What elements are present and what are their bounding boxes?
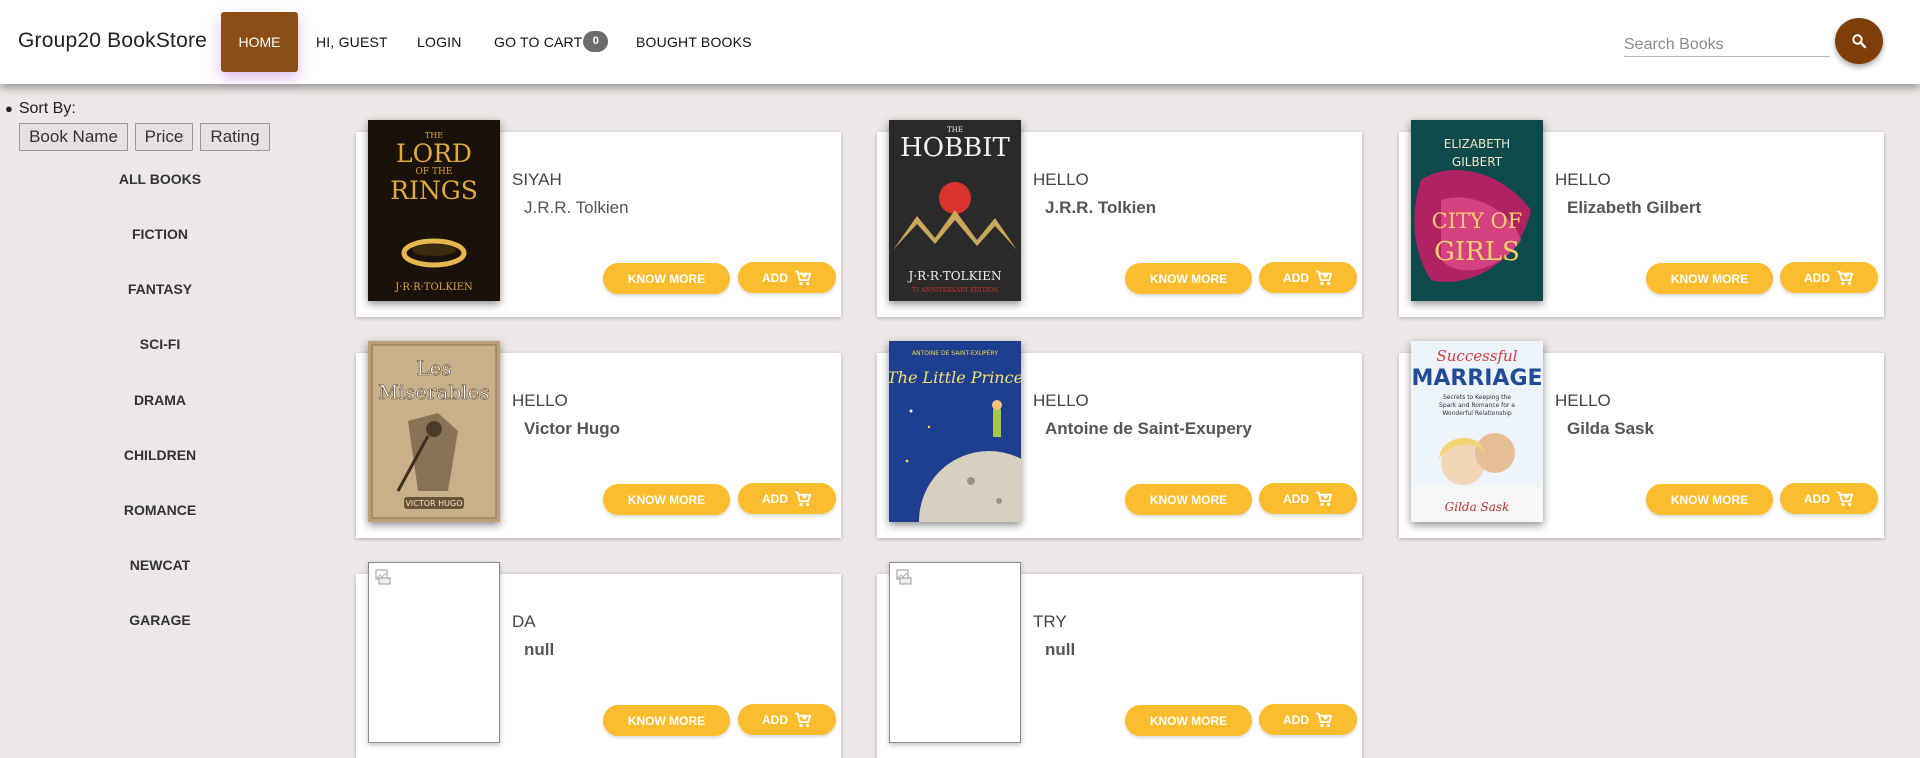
know-more-button[interactable]: KNOW MORE <box>603 263 730 294</box>
add-to-cart-button[interactable]: ADD <box>738 483 836 514</box>
book-title: TRY <box>1033 612 1067 631</box>
book-author: null <box>524 640 555 659</box>
book-author: null <box>1045 640 1076 659</box>
category-drama[interactable]: DRAMA <box>60 392 260 408</box>
know-more-button[interactable]: KNOW MORE <box>603 705 730 736</box>
book-cover-image[interactable]: ELIZABETH GILBERT CITY OF GIRLS <box>1411 120 1543 301</box>
svg-text:Miserables: Miserables <box>378 380 490 404</box>
add-to-cart-button[interactable]: ADD <box>1259 262 1357 293</box>
search-button[interactable] <box>1835 18 1883 64</box>
book-cover-image[interactable]: ANTOINE DE SAINT-EXUPÉRY The Little Prin… <box>889 341 1021 522</box>
book-author: J.R.R. Tolkien <box>524 198 629 217</box>
book-cover-image[interactable]: THE LORD OF THE RINGS J·R·R·TOLKIEN <box>368 120 500 301</box>
add-cart-icon <box>1315 712 1333 728</box>
nav-greeting[interactable]: HI, GUEST <box>316 34 388 50</box>
add-to-cart-button[interactable]: ADD <box>738 704 836 735</box>
svg-text:Secrets to Keeping the: Secrets to Keeping the <box>1443 394 1511 401</box>
book-author: Victor Hugo <box>524 419 621 438</box>
category-romance[interactable]: ROMANCE <box>60 502 260 518</box>
know-more-button[interactable]: KNOW MORE <box>1125 484 1252 515</box>
cover-author-text: J·R·R·TOLKIEN <box>394 282 473 293</box>
book-author: J.R.R. Tolkien <box>1045 198 1157 217</box>
nav-home-button[interactable]: HOME <box>221 12 298 72</box>
svg-text:Spark and Romance for a: Spark and Romance for a <box>1439 402 1515 409</box>
category-children[interactable]: CHILDREN <box>60 447 260 463</box>
book-title: HELLO <box>512 391 568 410</box>
add-cart-icon <box>794 712 812 728</box>
cart-count-badge: 0 <box>583 31 609 53</box>
category-fiction[interactable]: FICTION <box>60 226 260 242</box>
add-to-cart-button[interactable]: ADD <box>1259 704 1357 735</box>
svg-text:HOBBIT: HOBBIT <box>900 133 1010 163</box>
category-fantasy[interactable]: FANTASY <box>60 281 260 297</box>
brand-title[interactable]: Group20 BookStore <box>18 29 207 53</box>
nav-login[interactable]: LOGIN <box>417 34 462 50</box>
sort-rating-button[interactable]: Rating <box>200 123 270 151</box>
svg-text:Les: Les <box>416 356 451 380</box>
know-more-button[interactable]: KNOW MORE <box>1125 263 1252 294</box>
know-more-button[interactable]: KNOW MORE <box>1646 484 1773 515</box>
svg-text:ANTOINE DE SAINT-EXUPÉRY: ANTOINE DE SAINT-EXUPÉRY <box>912 349 998 357</box>
sort-book-name-button[interactable]: Book Name <box>19 123 128 151</box>
book-author: Antoine de Saint-Exupery <box>1045 419 1252 438</box>
book-cover-image[interactable] <box>889 562 1021 743</box>
category-newcat[interactable]: NEWCAT <box>60 557 260 573</box>
book-cover-image[interactable]: THE HOBBIT J·R·R·TOLKIEN 75 ANNIVERSARY … <box>889 120 1021 301</box>
category-garage[interactable]: GARAGE <box>60 612 260 628</box>
book-title: HELLO <box>1033 391 1089 410</box>
svg-text:LORD: LORD <box>396 139 472 168</box>
book-author: Gilda Sask <box>1567 419 1654 438</box>
search-input[interactable] <box>1624 33 1830 57</box>
know-more-button[interactable]: KNOW MORE <box>603 484 730 515</box>
add-to-cart-button[interactable]: ADD <box>1780 483 1878 514</box>
book-title: SIYAH <box>512 170 562 189</box>
add-cart-icon <box>1836 491 1854 507</box>
svg-text:VICTOR HUGO: VICTOR HUGO <box>405 499 462 508</box>
svg-text:GILBERT: GILBERT <box>1452 155 1503 169</box>
book-title: DA <box>512 612 536 631</box>
book-title: HELLO <box>1033 170 1089 189</box>
bullet-icon: ● <box>5 101 13 116</box>
add-to-cart-button[interactable]: ADD <box>738 262 836 293</box>
nav-cart[interactable]: GO TO CART 0 <box>494 31 609 53</box>
book-title: HELLO <box>1555 391 1611 410</box>
nav-cart-label: GO TO CART <box>494 34 583 50</box>
add-cart-icon <box>1836 270 1854 286</box>
svg-text:Wonderful Relationship: Wonderful Relationship <box>1442 410 1512 417</box>
add-to-cart-button[interactable]: ADD <box>1780 262 1878 293</box>
know-more-button[interactable]: KNOW MORE <box>1646 263 1773 294</box>
top-navbar: Group20 BookStore HOME HI, GUEST LOGIN G… <box>0 0 1920 84</box>
search-icon <box>1852 34 1867 49</box>
broken-image-icon <box>375 569 391 585</box>
add-cart-icon <box>794 270 812 286</box>
svg-text:ELIZABETH: ELIZABETH <box>1444 137 1510 151</box>
broken-image-icon <box>896 569 912 585</box>
category-sci-fi[interactable]: SCI-FI <box>60 336 260 352</box>
svg-text:The Little Prince: The Little Prince <box>889 368 1021 387</box>
svg-text:MARRIAGE: MARRIAGE <box>1411 366 1542 391</box>
book-cover-image[interactable] <box>368 562 500 743</box>
add-cart-icon <box>794 491 812 507</box>
sort-price-button[interactable]: Price <box>135 123 193 151</box>
add-to-cart-button[interactable]: ADD <box>1259 483 1357 514</box>
add-cart-icon <box>1315 270 1333 286</box>
svg-text:GIRLS: GIRLS <box>1434 237 1520 267</box>
book-cover-image[interactable]: Successful MARRIAGE Secrets to Keeping t… <box>1411 341 1543 522</box>
sort-by-label: ● Sort By: <box>5 100 76 117</box>
svg-text:RINGS: RINGS <box>390 176 478 205</box>
book-title: HELLO <box>1555 170 1611 189</box>
know-more-button[interactable]: KNOW MORE <box>1125 705 1252 736</box>
book-author: Elizabeth Gilbert <box>1567 198 1702 217</box>
svg-text:Gilda Sask: Gilda Sask <box>1445 500 1510 514</box>
book-cover-image[interactable]: Les Miserables VICTOR HUGO <box>368 341 500 522</box>
add-cart-icon <box>1315 491 1333 507</box>
nav-bought-books[interactable]: BOUGHT BOOKS <box>636 34 752 50</box>
svg-text:Successful: Successful <box>1436 347 1517 365</box>
category-all-books[interactable]: ALL BOOKS <box>60 171 260 187</box>
svg-text:CITY OF: CITY OF <box>1432 209 1523 233</box>
svg-text:J·R·R·TOLKIEN: J·R·R·TOLKIEN <box>906 269 1001 283</box>
svg-text:75 ANNIVERSARY EDITION: 75 ANNIVERSARY EDITION <box>912 287 999 294</box>
